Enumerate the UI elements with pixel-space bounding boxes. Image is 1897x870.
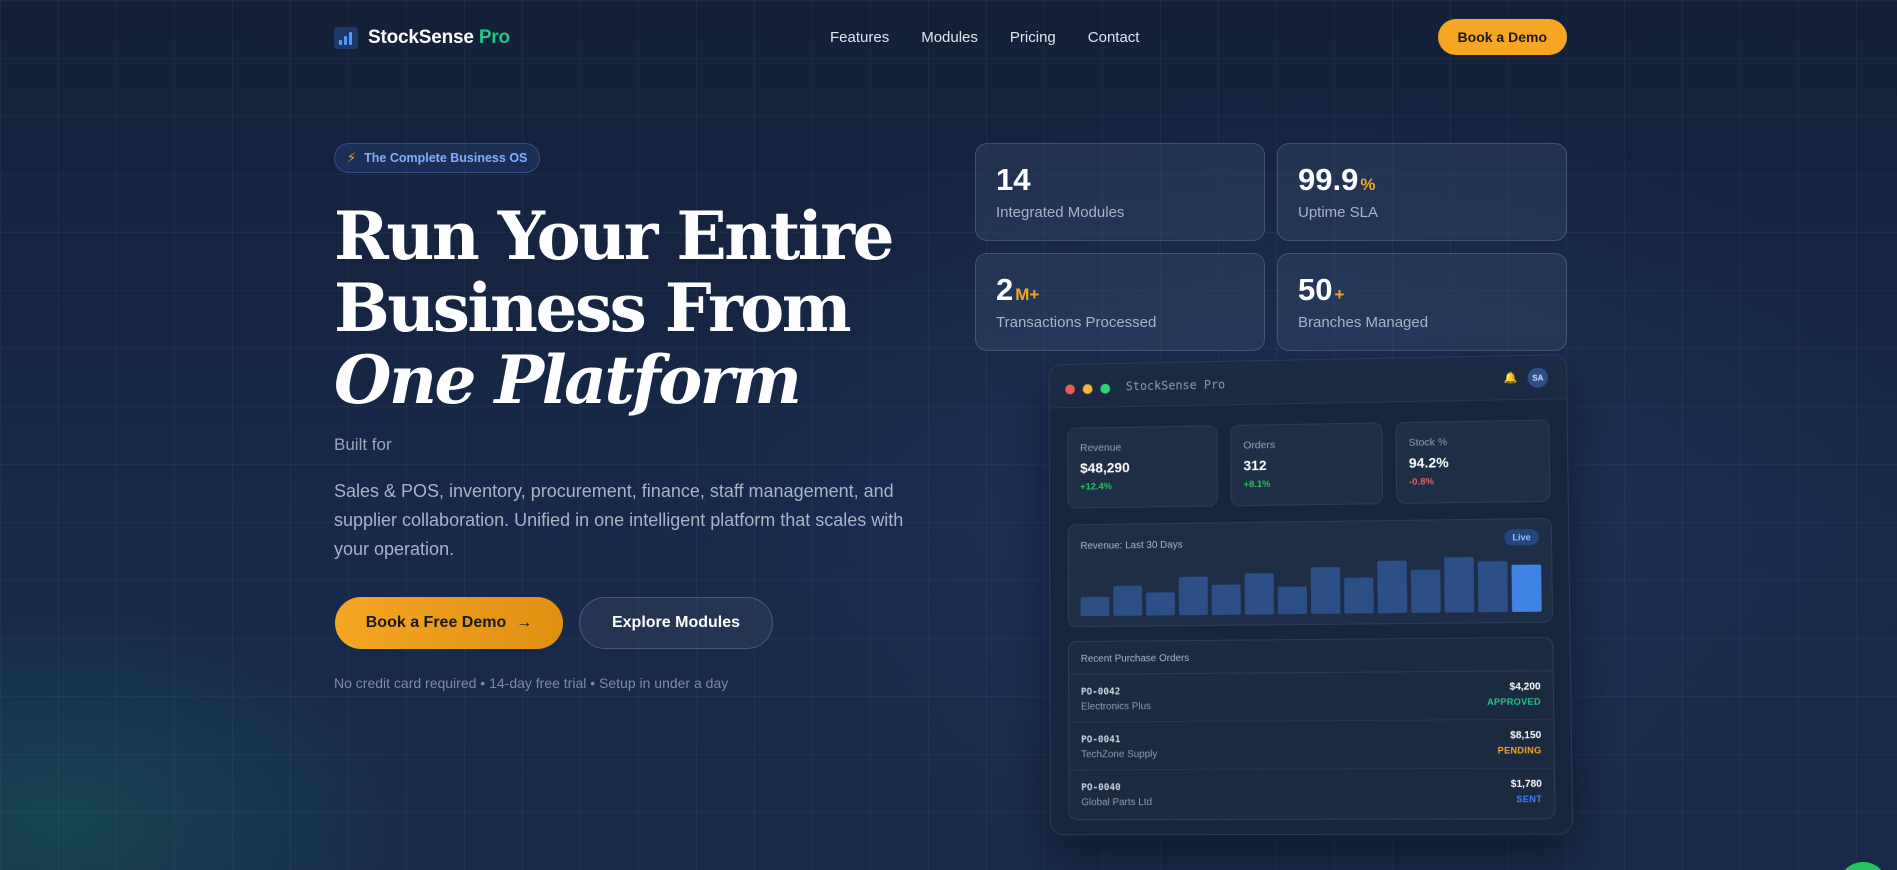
kpi-value: 312 [1243, 457, 1267, 474]
stat-suffix: + [1334, 285, 1345, 304]
kpi-value: 94.2% [1408, 454, 1449, 471]
top-nav: StockSense Pro Features Modules Pricing … [334, 19, 1567, 57]
stat-label: Integrated Modules [996, 204, 1125, 221]
kpi-stock: Stock % 94.2% -0.8% [1395, 419, 1551, 504]
stat-value: 14 [996, 162, 1031, 197]
status-badge: PENDING [1497, 745, 1542, 756]
kpi-label: Orders [1243, 439, 1276, 452]
purchase-orders-title: Recent Purchase Orders [1068, 637, 1553, 675]
revenue-bar [1145, 592, 1176, 616]
revenue-bar [1344, 577, 1374, 614]
revenue-bar [1477, 561, 1508, 613]
stat-value: 50 [1298, 272, 1333, 307]
kpi-orders: Orders 312 +8.1% [1230, 422, 1384, 507]
po-amount: $4,200 [1509, 681, 1541, 693]
maximize-dot-icon [1100, 383, 1111, 394]
kpi-label: Stock % [1408, 436, 1448, 449]
stat-label: Transactions Processed [996, 314, 1157, 331]
revenue-bar [1244, 573, 1274, 615]
revenue-bar [1277, 586, 1308, 615]
avatar: SA [1527, 367, 1549, 388]
kpi-change: -0.8% [1408, 476, 1435, 488]
revenue-bar [1511, 564, 1542, 613]
bell-icon: 🔔 [1503, 372, 1518, 385]
stat-suffix: % [1360, 175, 1376, 194]
hero-description: Sales & POS, inventory, procurement, fin… [334, 481, 904, 559]
revenue-bar [1410, 569, 1441, 613]
revenue-chart-card: Revenue: Last 30 Days Live [1067, 517, 1554, 628]
po-supplier: TechZone Supply [1081, 749, 1158, 761]
stat-card-modules: 14 Integrated Modules [975, 143, 1265, 241]
headline-line-1: Run Your Entire [334, 197, 895, 275]
stat-value: 2 [996, 272, 1014, 307]
stat-suffix: M+ [1015, 285, 1040, 304]
book-demo-button[interactable]: Book a Demo [1437, 19, 1567, 55]
kpi-value: $48,290 [1080, 459, 1130, 476]
nav-link-modules[interactable]: Modules [921, 29, 978, 46]
arrow-right-icon: → [516, 614, 533, 631]
window-titlebar: StockSense Pro 🔔 SA [1049, 355, 1567, 409]
brand-name: StockSense Pro [368, 27, 510, 48]
revenue-bar [1080, 596, 1110, 617]
bar-chart-icon [334, 27, 358, 49]
table-row[interactable]: PO-0041 TechZone Supply $8,150 PENDING [1069, 719, 1554, 771]
headline-line-3: One Platform [334, 341, 802, 419]
kpi-change: +8.1% [1243, 478, 1271, 491]
nav-link-contact[interactable]: Contact [1088, 29, 1140, 46]
book-free-demo-button[interactable]: Book a Free Demo → [335, 597, 563, 649]
revenue-bar-chart [1080, 556, 1542, 617]
po-amount: $1,780 [1510, 778, 1542, 791]
hero-badge-label: The Complete Business OS [364, 151, 528, 165]
revenue-bar [1178, 576, 1208, 616]
po-supplier: Global Parts Ltd [1081, 797, 1153, 809]
bar-chart-svg [1080, 557, 1542, 617]
po-id: PO-0042 [1080, 686, 1121, 698]
close-dot-icon [1065, 384, 1075, 395]
hero-headline: Run Your Entire Business From One Platfo… [334, 200, 934, 416]
stat-value: 99.9 [1298, 162, 1359, 197]
kpi-revenue: Revenue $48,290 +12.4% [1067, 425, 1218, 509]
headline-line-2: Business From [334, 269, 852, 347]
revenue-bar [1310, 566, 1341, 615]
stat-card-branches: 50 + Branches Managed [1277, 253, 1567, 351]
kpi-change: +12.4% [1080, 481, 1113, 493]
po-id: PO-0041 [1081, 734, 1121, 746]
lightning-icon: ⚡ [347, 150, 357, 165]
dashboard-preview: StockSense Pro 🔔 SA Revenue $48,290 +12.… [1048, 354, 1574, 836]
revenue-bar [1211, 584, 1241, 615]
book-free-demo-label: Book a Free Demo [365, 614, 507, 631]
nav-link-pricing[interactable]: Pricing [1010, 29, 1056, 46]
revenue-bar [1444, 557, 1475, 613]
stat-label: Branches Managed [1298, 314, 1429, 331]
explore-modules-button[interactable]: Explore Modules [579, 597, 773, 649]
dashboard-title: StockSense Pro [1125, 377, 1226, 394]
hero-badge: ⚡ The Complete Business OS [334, 143, 541, 173]
brand-logo[interactable]: StockSense Pro [334, 27, 510, 49]
po-id: PO-0040 [1081, 782, 1121, 794]
po-supplier: Electronics Plus [1080, 701, 1152, 713]
kpi-label: Revenue [1080, 441, 1122, 455]
fine-print: No credit card required • 14-day free tr… [334, 675, 729, 691]
status-badge: SENT [1516, 793, 1543, 805]
minimize-dot-icon [1082, 384, 1093, 395]
revenue-bar [1113, 585, 1143, 616]
purchase-orders-card: Recent Purchase Orders PO-0042 Electroni… [1067, 636, 1556, 821]
chart-title: Revenue: Last 30 Days [1080, 539, 1183, 552]
built-for-text: Built for [334, 435, 392, 454]
po-amount: $8,150 [1510, 730, 1542, 742]
live-badge: Live [1504, 529, 1539, 546]
revenue-bar [1377, 560, 1408, 614]
stat-label: Uptime SLA [1298, 204, 1379, 221]
stat-card-transactions: 2 M+ Transactions Processed [975, 253, 1265, 351]
status-badge: APPROVED [1487, 696, 1541, 708]
table-row[interactable]: PO-0040 Global Parts Ltd $1,780 SENT [1069, 769, 1554, 819]
nav-link-features[interactable]: Features [830, 29, 889, 46]
nav-links: Features Modules Pricing Contact [830, 29, 1139, 46]
grid-overlay [0, 0, 1897, 870]
table-row[interactable]: PO-0042 Electronics Plus $4,200 APPROVED [1069, 671, 1554, 723]
stat-card-uptime: 99.9% Uptime SLA [1277, 143, 1567, 241]
